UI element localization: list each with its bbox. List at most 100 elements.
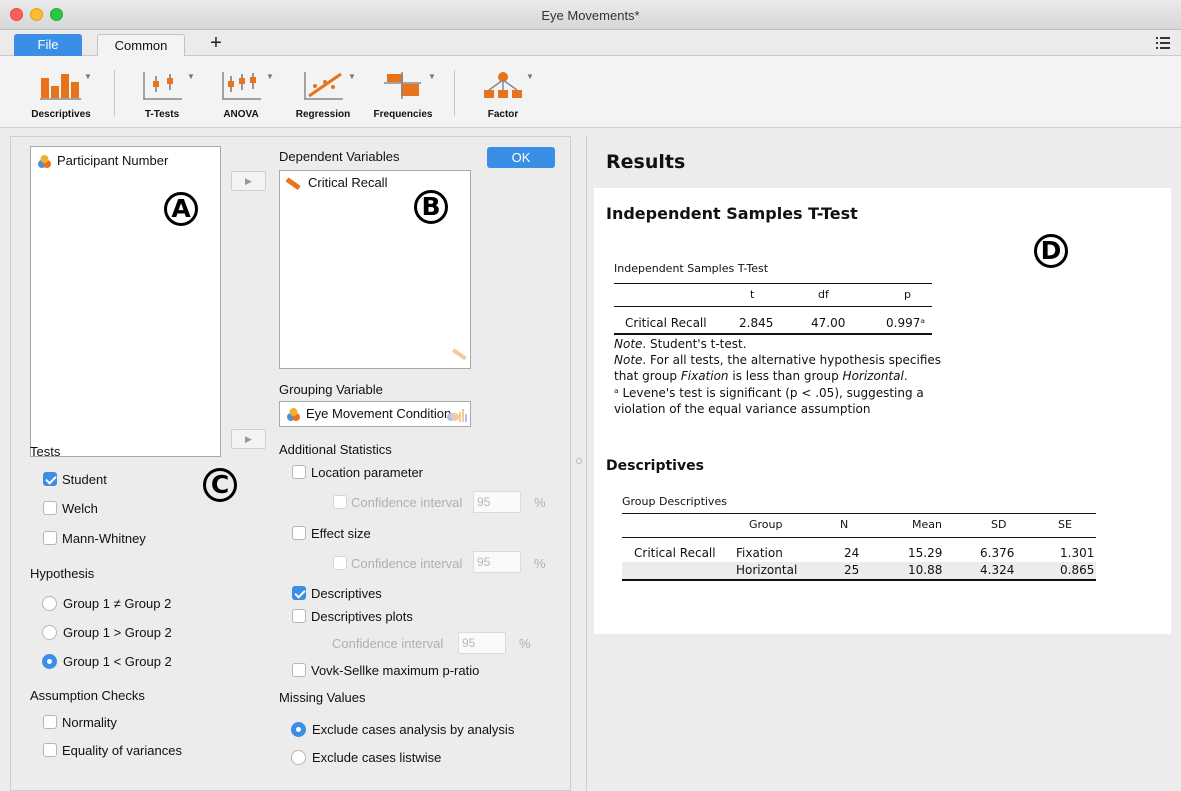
plots-ci-input[interactable]: 95	[458, 632, 506, 654]
hypothesis-gt-radio[interactable]	[42, 625, 57, 640]
bar-chart-icon	[40, 74, 81, 100]
col-sd: SD	[991, 518, 1007, 531]
annotation-a: A	[164, 192, 198, 226]
tab-file[interactable]: File	[14, 34, 82, 57]
descriptives-button[interactable]: ▼ Descriptives	[20, 62, 102, 124]
exclude-listwise-label: Exclude cases listwise	[312, 750, 442, 765]
exclude-listwise-radio[interactable]	[291, 750, 306, 765]
vovk-sellke-label: Vovk-Sellke maximum p-ratio	[311, 663, 480, 678]
student-label: Student	[62, 472, 107, 487]
ttest-p-value: 0.997ᵃ	[886, 316, 926, 330]
col-n: N	[840, 518, 849, 531]
grouping-variable-field[interactable]: Eye Movement Condition	[279, 401, 471, 427]
annotation-d: D	[1034, 234, 1068, 268]
table-rule	[614, 283, 932, 284]
col-t: t	[750, 288, 755, 301]
col-group: Group	[749, 518, 783, 531]
descriptives-caption: Group Descriptives	[622, 495, 727, 508]
nominal-variable-icon	[38, 155, 51, 168]
location-parameter-checkbox[interactable]	[292, 465, 306, 479]
effect-size-ci-label: Confidence interval	[351, 556, 463, 571]
effect-size-ci-checkbox[interactable]	[333, 556, 347, 570]
percent-label: %	[534, 556, 546, 571]
exclude-analysis-radio[interactable]	[291, 722, 306, 737]
move-to-grouping-button[interactable]: ▶	[231, 429, 266, 449]
anova-button[interactable]: ▼ ANOVA	[200, 62, 282, 124]
additional-statistics-header: Additional Statistics	[279, 442, 392, 457]
descriptives-plots-checkbox[interactable]	[292, 609, 306, 623]
tests-header: Tests	[30, 444, 61, 459]
location-ci-checkbox[interactable]	[333, 495, 347, 509]
normality-checkbox[interactable]	[43, 715, 57, 729]
ttest-heading: Independent Samples T-Test	[606, 204, 858, 223]
window-title: Eye Movements*	[541, 8, 640, 23]
anova-icon	[222, 72, 261, 100]
table-rule	[614, 333, 932, 335]
student-checkbox[interactable]	[43, 472, 57, 486]
ttest-df-value: 47.00	[811, 316, 846, 330]
ok-button[interactable]: OK	[487, 147, 555, 168]
annotation-c: C	[203, 468, 237, 502]
exclude-analysis-label: Exclude cases analysis by analysis	[312, 722, 515, 737]
nominal-variable-icon	[287, 408, 300, 421]
descriptives-heading: Descriptives	[606, 458, 704, 474]
scale-variable-icon	[286, 177, 301, 190]
table-rule	[614, 306, 932, 307]
move-to-dependent-button[interactable]: ▶	[231, 171, 266, 191]
mann-whitney-checkbox[interactable]	[43, 531, 57, 545]
hypothesis-lt-label: Group 1 < Group 2	[63, 654, 172, 669]
title-bar: Eye Movements*	[0, 0, 1181, 30]
missing-values-header: Missing Values	[279, 690, 366, 705]
table-row: Horizontal 25 10.88 4.324 0.865	[622, 562, 1096, 579]
note-alternative-2: that group Fixation is less than group H…	[614, 369, 908, 383]
results-output: Independent Samples T-Test D Independent…	[594, 188, 1171, 634]
vovk-sellke-checkbox[interactable]	[292, 663, 306, 677]
descriptives-label: Descriptives	[311, 586, 382, 601]
plots-ci-label: Confidence interval	[332, 636, 444, 651]
regression-icon	[304, 72, 343, 100]
hypothesis-ne-radio[interactable]	[42, 596, 57, 611]
table-row: Critical Recall Fixation 24 15.29 6.376 …	[634, 546, 1095, 560]
note-alternative: Note. For all tests, the alternative hyp…	[614, 353, 942, 367]
tab-bar: File Common +	[0, 30, 1181, 57]
factor-icon	[484, 72, 522, 98]
regression-button[interactable]: ▼ Regression	[282, 62, 364, 124]
descriptives-plots-label: Descriptives plots	[311, 609, 413, 624]
scale-type-hint-icon	[452, 348, 467, 361]
descriptives-checkbox[interactable]	[292, 586, 306, 600]
col-p: p	[904, 288, 911, 301]
effect-size-ci-input[interactable]: 95	[473, 551, 521, 573]
source-variable-list[interactable]: Participant Number	[30, 146, 221, 457]
effect-size-label: Effect size	[311, 526, 371, 541]
location-ci-input[interactable]: 95	[473, 491, 521, 513]
hypothesis-gt-label: Group 1 > Group 2	[63, 625, 172, 640]
normality-label: Normality	[62, 715, 117, 730]
hypothesis-lt-radio[interactable]	[42, 654, 57, 669]
percent-label: %	[519, 636, 531, 651]
ttest-t-value: 2.845	[739, 316, 774, 330]
frequencies-button[interactable]: ▼ Frequencies	[362, 62, 444, 124]
annotation-b: B	[414, 190, 448, 224]
table-rule	[622, 513, 1096, 514]
panel-splitter[interactable]	[572, 136, 586, 791]
ribbon-toolbar: ▼ Descriptives ▼ T-Tests ▼ ANOVA ▼ Regre…	[0, 56, 1181, 128]
hypothesis-header: Hypothesis	[30, 566, 95, 581]
location-ci-label: Confidence interval	[351, 495, 463, 510]
list-menu-icon[interactable]	[1156, 37, 1170, 49]
equality-of-variances-label: Equality of variances	[62, 743, 182, 758]
note-levene: ᵃ Levene's test is significant (p < .05)…	[614, 386, 924, 400]
add-tab-button[interactable]: +	[204, 33, 228, 57]
col-mean: Mean	[912, 518, 942, 531]
location-parameter-label: Location parameter	[311, 465, 424, 480]
tab-common[interactable]: Common	[97, 34, 185, 57]
factor-button[interactable]: ▼ Factor	[462, 62, 544, 124]
ttest-row-label: Critical Recall	[625, 316, 707, 330]
equality-of-variances-checkbox[interactable]	[43, 743, 57, 757]
grouping-variable-header: Grouping Variable	[279, 382, 383, 397]
nominal-type-hint-icon	[447, 409, 467, 422]
effect-size-checkbox[interactable]	[292, 526, 306, 540]
t-tests-button[interactable]: ▼ T-Tests	[121, 62, 203, 124]
dependent-variables-header: Dependent Variables	[279, 149, 400, 164]
welch-checkbox[interactable]	[43, 501, 57, 515]
note-levene-2: violation of the equal variance assumpti…	[614, 402, 871, 416]
